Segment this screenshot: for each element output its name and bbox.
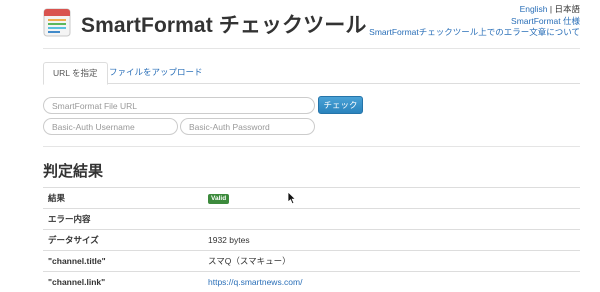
basic-auth-password-input[interactable] bbox=[180, 118, 315, 135]
row-value: 1932 bytes bbox=[203, 229, 580, 251]
row-value: https://q.smartnews.com/ bbox=[203, 271, 580, 292]
row-key: エラー内容 bbox=[43, 208, 203, 230]
spec-link[interactable]: SmartFormat 仕様 bbox=[511, 16, 580, 26]
error-doc-link[interactable]: SmartFormatチェックツール上でのエラー文章について bbox=[369, 27, 580, 37]
tab-upload[interactable]: ファイルをアップロード bbox=[100, 62, 212, 83]
basic-auth-username-input[interactable] bbox=[43, 118, 178, 135]
url-input[interactable] bbox=[43, 97, 315, 114]
table-row: データサイズ 1932 bytes bbox=[43, 229, 580, 251]
row-key: "channel.title" bbox=[43, 250, 203, 272]
header-divider bbox=[43, 48, 580, 49]
row-key: "channel.link" bbox=[43, 271, 203, 292]
table-row: 結果 Valid bbox=[43, 187, 580, 209]
lang-separator: | bbox=[549, 4, 553, 14]
row-value: スマQ（スマキュー） bbox=[203, 250, 580, 272]
row-value: Valid bbox=[203, 187, 580, 209]
row-key: データサイズ bbox=[43, 229, 203, 251]
mouse-pointer-icon bbox=[287, 191, 297, 205]
lang-english-link[interactable]: English bbox=[520, 4, 548, 14]
tab-url[interactable]: URL を指定 bbox=[43, 62, 108, 85]
lang-japanese-label: 日本語 bbox=[554, 4, 580, 14]
check-button[interactable]: チェック bbox=[318, 96, 363, 114]
form-divider bbox=[43, 146, 580, 147]
row-value bbox=[203, 208, 580, 230]
table-row: "channel.title" スマQ（スマキュー） bbox=[43, 250, 580, 272]
table-row: エラー内容 bbox=[43, 208, 580, 230]
valid-badge: Valid bbox=[208, 194, 230, 204]
row-key: 結果 bbox=[43, 187, 203, 209]
tab-divider bbox=[43, 83, 580, 84]
top-links: English | 日本語 SmartFormat 仕様 SmartFormat… bbox=[369, 4, 580, 39]
smartformat-logo-icon bbox=[43, 8, 71, 37]
result-heading: 判定結果 bbox=[43, 163, 104, 180]
app-title: SmartFormat チェックツール bbox=[81, 14, 367, 37]
results-table: 結果 Valid エラー内容 データサイズ 1932 bytes "channe… bbox=[43, 187, 580, 292]
table-row: "channel.link" https://q.smartnews.com/ bbox=[43, 271, 580, 292]
channel-link[interactable]: https://q.smartnews.com/ bbox=[208, 277, 302, 287]
